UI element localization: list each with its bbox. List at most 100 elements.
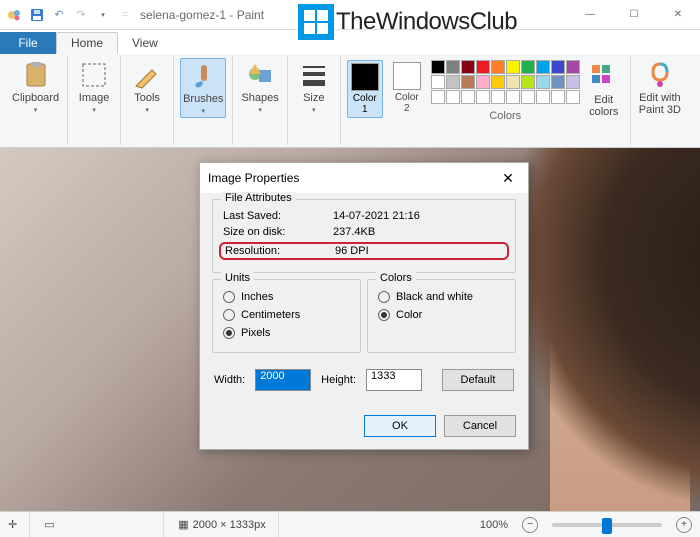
edit-colors-button[interactable]: Edit colors <box>584 60 624 120</box>
qat-dropdown[interactable]: ▾ <box>94 6 112 24</box>
color-swatch[interactable] <box>476 60 490 74</box>
radio-bw[interactable]: Black and white <box>378 288 505 306</box>
save-icon[interactable] <box>28 6 46 24</box>
chevron-down-icon: ▾ <box>34 106 38 114</box>
group-tools: Tools ▾ <box>121 56 174 145</box>
close-button[interactable]: ✕ <box>656 0 700 30</box>
paint3d-button[interactable]: Edit with Paint 3D <box>637 58 683 118</box>
group-paint3d: Edit with Paint 3D <box>631 56 689 145</box>
size-button[interactable]: Size ▾ <box>294 58 334 116</box>
zoom-in-button[interactable]: + <box>676 517 692 533</box>
colors-group-label: Colors <box>489 110 521 122</box>
dimensions-value: 2000 × 1333px <box>193 519 266 531</box>
color-swatch[interactable] <box>566 60 580 74</box>
width-input[interactable]: 2000 <box>255 369 311 391</box>
color-swatch[interactable] <box>446 75 460 89</box>
image-select-button[interactable]: Image ▾ <box>74 58 114 116</box>
color-swatch[interactable] <box>521 75 535 89</box>
radio-centimeters[interactable]: Centimeters <box>223 306 350 324</box>
color-swatch[interactable] <box>491 90 505 104</box>
group-clipboard: Clipboard ▾ <box>4 56 68 145</box>
ribbon: Clipboard ▾ Image ▾ Tools ▾ Brushes ▾ Sh… <box>0 54 700 148</box>
image-content <box>500 148 700 511</box>
color-swatch[interactable] <box>506 60 520 74</box>
color-swatch[interactable] <box>431 75 445 89</box>
color2-button[interactable]: Color 2 <box>387 60 427 116</box>
color-swatch[interactable] <box>536 90 550 104</box>
shapes-button[interactable]: Shapes ▾ <box>239 58 280 116</box>
brushes-button[interactable]: Brushes ▾ <box>180 58 226 118</box>
radio-inches[interactable]: Inches <box>223 288 350 306</box>
watermark-text: TheWindowsClub <box>336 8 517 36</box>
color-swatch[interactable] <box>476 75 490 89</box>
color-swatch[interactable] <box>461 60 475 74</box>
maximize-button[interactable]: ☐ <box>612 0 656 30</box>
color-swatch[interactable] <box>431 60 445 74</box>
size-label: Size <box>303 92 324 104</box>
zoom-out-button[interactable]: − <box>522 517 538 533</box>
color-swatch[interactable] <box>431 90 445 104</box>
tab-home[interactable]: Home <box>56 32 118 54</box>
radio-pixels[interactable]: Pixels <box>223 324 350 342</box>
color-swatch[interactable] <box>461 75 475 89</box>
image-properties-dialog: Image Properties ✕ File Attributes Last … <box>199 162 529 450</box>
chevron-down-icon: ▾ <box>258 106 262 114</box>
color-swatch[interactable] <box>476 90 490 104</box>
color-palette[interactable] <box>431 60 580 104</box>
cancel-button[interactable]: Cancel <box>444 415 516 437</box>
window-controls: — ☐ ✕ <box>568 0 700 30</box>
color1-swatch <box>351 63 379 91</box>
shapes-label: Shapes <box>241 92 278 104</box>
color-swatch[interactable] <box>506 90 520 104</box>
color-swatch[interactable] <box>461 90 475 104</box>
paint3d-label: Edit with Paint 3D <box>639 92 681 116</box>
qat-separator: = <box>116 6 134 24</box>
color-swatch[interactable] <box>536 75 550 89</box>
default-button[interactable]: Default <box>442 369 514 391</box>
zoom-slider[interactable] <box>552 523 662 527</box>
width-label: Width: <box>214 374 245 386</box>
color-swatch[interactable] <box>566 90 580 104</box>
radio-px-label: Pixels <box>241 327 270 339</box>
dialog-titlebar[interactable]: Image Properties ✕ <box>200 163 528 193</box>
color-swatch[interactable] <box>566 75 580 89</box>
clipboard-button[interactable]: Clipboard ▾ <box>10 58 61 116</box>
radio-color[interactable]: Color <box>378 306 505 324</box>
edit-colors-label: Edit colors <box>589 94 618 118</box>
color-swatch[interactable] <box>551 60 565 74</box>
undo-icon[interactable]: ↶ <box>50 6 68 24</box>
ok-button[interactable]: OK <box>364 415 436 437</box>
watermark-logo <box>298 4 334 40</box>
color2-label: Color 2 <box>395 92 419 114</box>
size-on-disk-label: Size on disk: <box>223 226 333 238</box>
image-dimensions: ▦2000 × 1333px <box>178 512 279 537</box>
color-swatch[interactable] <box>536 60 550 74</box>
minimize-button[interactable]: — <box>568 0 612 30</box>
selection-size: ▭ <box>44 512 164 537</box>
dialog-close-button[interactable]: ✕ <box>496 170 520 187</box>
redo-icon[interactable]: ↷ <box>72 6 90 24</box>
selection-icon: ▭ <box>44 518 54 531</box>
tab-view[interactable]: View <box>118 32 172 54</box>
height-input[interactable]: 1333 <box>366 369 422 391</box>
colors-legend: Colors <box>376 272 416 284</box>
tab-file[interactable]: File <box>0 32 56 54</box>
color-swatch[interactable] <box>491 60 505 74</box>
color-swatch[interactable] <box>446 90 460 104</box>
color-swatch[interactable] <box>446 60 460 74</box>
units-group: Units Inches Centimeters Pixels <box>212 279 361 353</box>
tools-button[interactable]: Tools ▾ <box>127 58 167 116</box>
color-swatch[interactable] <box>506 75 520 89</box>
last-saved-value: 14-07-2021 21:16 <box>333 210 420 222</box>
color-swatch[interactable] <box>551 90 565 104</box>
color1-button[interactable]: Color 1 <box>347 60 383 118</box>
zoom-thumb[interactable] <box>602 518 612 534</box>
app-icon <box>6 6 24 24</box>
color-swatch[interactable] <box>491 75 505 89</box>
color-swatch[interactable] <box>551 75 565 89</box>
color1-label: Color 1 <box>353 93 377 115</box>
radio-color-label: Color <box>396 309 422 321</box>
color-swatch[interactable] <box>521 90 535 104</box>
watermark: TheWindowsClub <box>298 4 517 40</box>
color-swatch[interactable] <box>521 60 535 74</box>
